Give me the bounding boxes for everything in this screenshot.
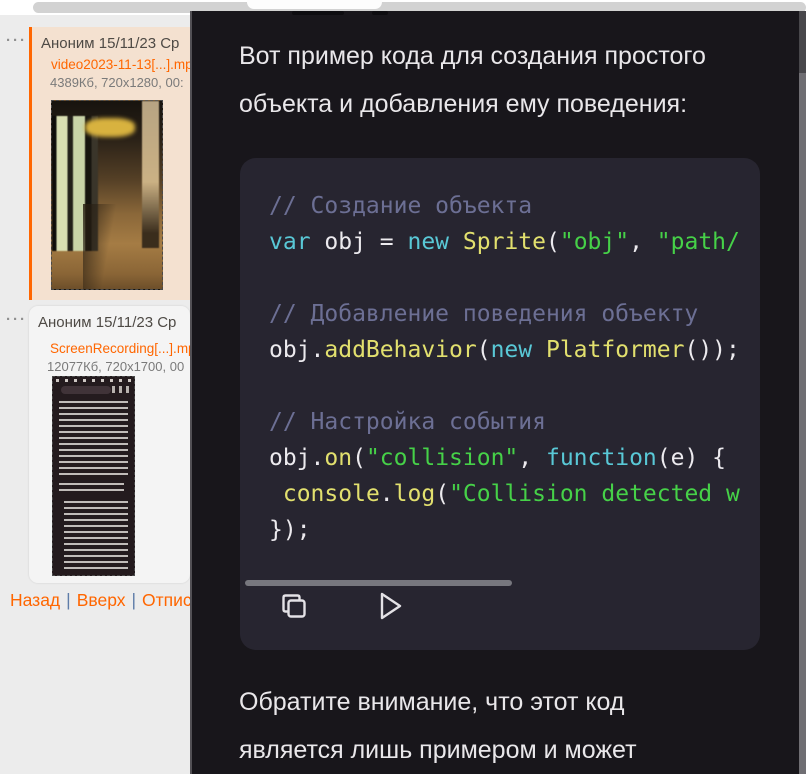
chat-intro-text: Вот пример кода для создания простого об…: [239, 32, 779, 128]
file-link[interactable]: ScreenRecording[...].mp4: [50, 341, 190, 356]
corridor-floor-shadow: [82, 204, 116, 289]
post-menu-icon[interactable]: ···: [6, 33, 27, 48]
intro-line: объекта и добавления ему поведения:: [239, 90, 688, 118]
footer-separator: |: [131, 590, 137, 610]
code-block: // Создание объекта var obj = new Sprite(…: [240, 158, 760, 650]
outro-line: Обратите внимание, что этот код: [239, 688, 625, 716]
phone-text-block: [64, 501, 128, 571]
copy-code-button[interactable]: [272, 590, 316, 624]
post: Аноним 15/11/23 Ср ScreenRecording[...].…: [29, 306, 190, 583]
post-header: Аноним 15/11/23 Ср: [41, 35, 180, 52]
corridor-pillar: [142, 101, 159, 248]
outro-line: является лишь примером и может: [239, 736, 637, 764]
post-header: Аноним 15/11/23 Ср: [38, 314, 177, 331]
file-link[interactable]: video2023-11-13[...].mp4: [51, 57, 190, 72]
phone-address-bar: [61, 386, 112, 394]
file-info: 12077Кб, 720x1700, 00: [47, 359, 185, 374]
chat-outro-text: Обратите внимание, что этот код является…: [239, 678, 779, 774]
file-info: 4389Кб, 720x1280, 00:: [50, 75, 184, 90]
play-icon: [380, 592, 402, 620]
post-menu-icon[interactable]: ···: [6, 312, 27, 327]
footer-separator: |: [66, 590, 71, 610]
nav-up-link[interactable]: Вверх: [77, 590, 126, 610]
copy-icon: [282, 594, 306, 618]
phone-text-block: [59, 401, 128, 475]
intro-line: Вот пример кода для создания простого: [239, 42, 706, 70]
clipped-element-top: [372, 11, 388, 15]
page-top-tab: [247, 0, 382, 9]
run-code-button[interactable]: [368, 590, 412, 624]
expanded-image-panel[interactable]: Вот пример кода для создания простого об…: [190, 11, 799, 774]
vertical-scrollbar-track[interactable]: [799, 11, 806, 774]
clipped-element-top: [292, 11, 344, 15]
code-horizontal-scrollbar[interactable]: [245, 580, 512, 586]
corridor-ceiling-light: [85, 117, 135, 137]
nav-back-link[interactable]: Назад: [10, 590, 60, 610]
code-lines: // Создание объекта var obj = new Sprite(…: [269, 193, 740, 543]
phone-browser-icons: [112, 386, 132, 393]
video-thumbnail-corridor[interactable]: [51, 100, 163, 290]
post: Аноним 15/11/23 Ср video2023-11-13[...].…: [29, 27, 190, 300]
phone-text-block: [59, 483, 125, 495]
screen: ··· Аноним 15/11/23 Ср video2023-11-13[.…: [0, 0, 806, 774]
video-thumbnail-phone-screenshot[interactable]: [52, 376, 135, 576]
vertical-scrollbar-thumb[interactable]: [799, 73, 806, 774]
phone-status-bar: [56, 379, 131, 382]
